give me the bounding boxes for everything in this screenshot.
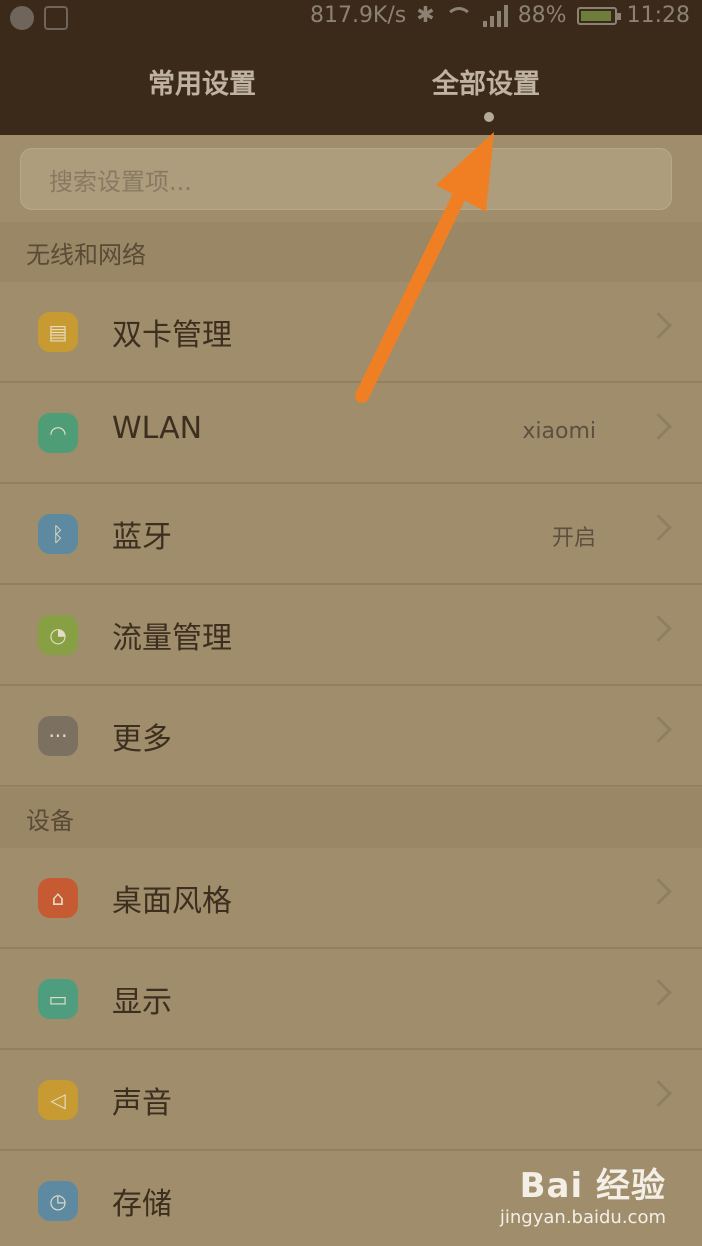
- item-label: 桌面风格: [112, 884, 232, 919]
- storage-icon: ◷: [38, 1181, 78, 1221]
- item-label: 蓝牙: [112, 520, 172, 555]
- battery-icon: [576, 6, 621, 25]
- chevron-right-icon: [645, 312, 672, 339]
- item-label: 显示: [112, 985, 172, 1020]
- item-label: WLAN: [112, 411, 203, 446]
- watermark: Bai 经验 jingyan.baidu.com: [500, 1158, 666, 1228]
- item-value: 开启: [551, 526, 596, 551]
- signal-icon: [482, 4, 508, 27]
- chevron-right-icon: [645, 979, 672, 1006]
- clock: 11:28: [626, 3, 690, 28]
- sim-card-icon: ▤: [38, 312, 78, 352]
- item-label: 存储: [112, 1187, 172, 1222]
- more-icon: ···: [38, 716, 78, 756]
- notification-icon: [10, 6, 34, 30]
- item-label: 流量管理: [112, 621, 232, 656]
- item-value: xiaomi: [522, 419, 596, 444]
- wifi-icon: ◠: [38, 413, 78, 453]
- network-speed: 817.9K/s: [309, 3, 407, 28]
- section-header-device: 设备: [0, 788, 702, 848]
- chevron-right-icon: [645, 413, 672, 440]
- chevron-right-icon: [645, 1080, 672, 1107]
- home-icon: ⌂: [38, 878, 78, 918]
- watermark-url: jingyan.baidu.com: [499, 1207, 666, 1228]
- display-icon: ▭: [38, 979, 78, 1019]
- settings-item-data-usage[interactable]: ◔ 流量管理: [0, 585, 702, 686]
- bluetooth-icon: ᛒ: [38, 514, 78, 554]
- wifi-icon: [444, 5, 473, 27]
- settings-item-wlan[interactable]: ◠ WLAN xiaomi: [0, 383, 702, 484]
- status-bar: 817.9K/s ✱ 88% 11:28: [0, 0, 702, 36]
- settings-item-desktop-style[interactable]: ⌂ 桌面风格: [0, 848, 702, 949]
- settings-item-bluetooth[interactable]: ᛒ 蓝牙 开启: [0, 484, 702, 585]
- section-header-wireless: 无线和网络: [0, 222, 702, 282]
- settings-item-sound[interactable]: ◁ 声音: [0, 1050, 702, 1151]
- settings-item-display[interactable]: ▭ 显示: [0, 949, 702, 1050]
- tab-common-settings[interactable]: 常用设置: [148, 62, 256, 101]
- item-label: 双卡管理: [112, 318, 232, 353]
- bluetooth-icon: ✱: [416, 3, 435, 28]
- image-icon: [44, 6, 68, 30]
- item-label: 更多: [112, 722, 172, 757]
- selected-tab-indicator: [484, 112, 494, 122]
- top-bar: 817.9K/s ✱ 88% 11:28 常用设置 全部设置: [0, 0, 702, 135]
- settings-item-more[interactable]: ··· 更多: [0, 686, 702, 787]
- chevron-right-icon: [645, 514, 672, 541]
- watermark-logo: Bai 经验: [519, 1166, 666, 1206]
- chevron-right-icon: [645, 878, 672, 905]
- chevron-right-icon: [645, 716, 672, 743]
- settings-item-dual-sim[interactable]: ▤ 双卡管理: [0, 282, 702, 383]
- item-label: 声音: [112, 1086, 172, 1121]
- battery-percent: 88%: [517, 3, 567, 28]
- sound-icon: ◁: [38, 1080, 78, 1120]
- search-placeholder: 搜索设置项...: [49, 167, 192, 196]
- chevron-right-icon: [645, 615, 672, 642]
- data-usage-icon: ◔: [38, 615, 78, 655]
- tab-all-settings[interactable]: 全部设置: [432, 62, 540, 101]
- search-input[interactable]: 搜索设置项...: [20, 148, 672, 210]
